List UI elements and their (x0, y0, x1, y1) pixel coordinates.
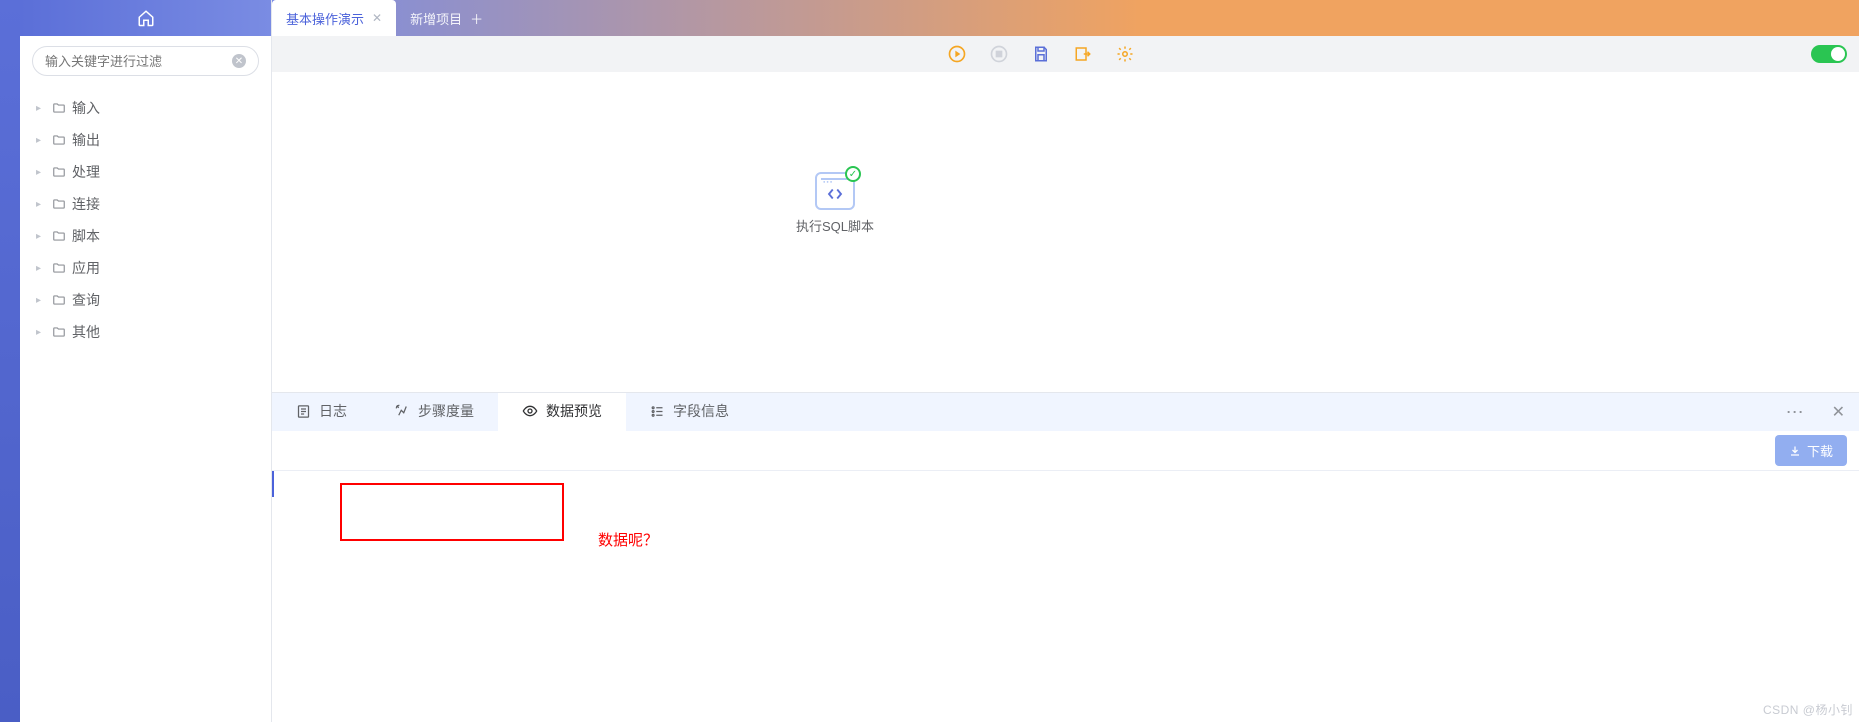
tree-item[interactable]: ▸ 其他 (20, 316, 271, 348)
download-button[interactable]: 下载 (1775, 435, 1847, 466)
export-icon[interactable] (1073, 44, 1093, 64)
toggle-switch[interactable] (1811, 45, 1847, 63)
annotation-box (340, 483, 564, 541)
chevron-right-icon: ▸ (36, 135, 46, 146)
bottom-tab[interactable]: 步骤度量 (371, 393, 498, 431)
chevron-right-icon: ▸ (36, 199, 46, 210)
bottom-content: 数据呢？ (272, 471, 1859, 722)
folder-icon (52, 325, 66, 339)
folder-icon (52, 165, 66, 179)
tree-label: 脚本 (72, 226, 100, 246)
tree-item[interactable]: ▸ 查询 (20, 284, 271, 316)
close-icon[interactable]: ✕ (372, 11, 382, 25)
chevron-right-icon: ▸ (36, 263, 46, 274)
sidebar-header (20, 0, 271, 36)
bottom-panel: 日志 步骤度量 数据预览 字段信息 ⋯✕ 下载 数据呢？ (272, 392, 1859, 722)
tree-item[interactable]: ▸ 处理 (20, 156, 271, 188)
bottom-tab-label: 字段信息 (673, 401, 729, 421)
bottom-tab-label: 数据预览 (546, 401, 602, 421)
fields-icon (650, 404, 665, 419)
search-pill: ✕ (32, 46, 259, 76)
bottom-tab[interactable]: 日志 (272, 393, 371, 431)
plus-icon: ＋ (470, 9, 483, 28)
home-icon[interactable] (137, 9, 155, 27)
stop-icon[interactable] (989, 44, 1009, 64)
search-input[interactable] (45, 54, 224, 69)
save-icon[interactable] (1031, 44, 1051, 64)
tree-label: 输入 (72, 98, 100, 118)
watermark: CSDN @杨小钊 (1763, 701, 1853, 718)
tree-item[interactable]: ▸ 连接 (20, 188, 271, 220)
tree-item[interactable]: ▸ 输出 (20, 124, 271, 156)
chevron-right-icon: ▸ (36, 295, 46, 306)
gear-icon[interactable] (1115, 44, 1135, 64)
annotation-text: 数据呢？ (598, 529, 658, 550)
tab-label: 新增项目 (410, 9, 462, 28)
folder-icon (52, 261, 66, 275)
toolbar (272, 36, 1859, 72)
sidebar: ✕ ▸ 输入 ▸ 输出 ▸ 处理 ▸ 连接 ▸ 脚本 ▸ 应用 ▸ 查询 ▸ 其他 (20, 0, 272, 722)
canvas[interactable]: ●●● ✓ 执行SQL脚本 (272, 72, 1859, 392)
main: 基本操作演示 ✕ 新增项目 ＋ (272, 0, 1859, 722)
node-label: 执行SQL脚本 (796, 216, 874, 235)
log-icon (296, 404, 311, 419)
tree-label: 输出 (72, 130, 100, 150)
folder-icon (52, 229, 66, 243)
project-tab[interactable]: 基本操作演示 ✕ (272, 0, 396, 36)
tree-item[interactable]: ▸ 输入 (20, 92, 271, 124)
tree-item[interactable]: ▸ 应用 (20, 252, 271, 284)
tree-label: 应用 (72, 258, 100, 278)
tree-label: 查询 (72, 290, 100, 310)
download-label: 下载 (1807, 441, 1833, 460)
bottom-tabs: 日志 步骤度量 数据预览 字段信息 ⋯✕ (272, 393, 1859, 431)
clear-icon[interactable]: ✕ (232, 54, 246, 68)
folder-icon (52, 197, 66, 211)
canvas-node[interactable]: ●●● ✓ 执行SQL脚本 (790, 172, 880, 235)
chevron-right-icon: ▸ (36, 103, 46, 114)
bottom-tab-label: 日志 (319, 401, 347, 421)
bottom-toolbar: 下载 (272, 431, 1859, 471)
download-icon (1789, 445, 1801, 457)
add-tab-button[interactable]: 新增项目 ＋ (396, 0, 497, 36)
bottom-tab[interactable]: 字段信息 (626, 393, 753, 431)
check-circle-icon: ✓ (845, 166, 861, 182)
close-panel-icon[interactable]: ✕ (1818, 393, 1859, 431)
metrics-icon (395, 404, 410, 419)
cursor-accent (272, 471, 274, 497)
folder-icon (52, 133, 66, 147)
tree-label: 处理 (72, 162, 100, 182)
play-icon[interactable] (947, 44, 967, 64)
sidebar-tree: ▸ 输入 ▸ 输出 ▸ 处理 ▸ 连接 ▸ 脚本 ▸ 应用 ▸ 查询 ▸ 其他 (20, 86, 271, 354)
folder-icon (52, 101, 66, 115)
top-tabs: 基本操作演示 ✕ 新增项目 ＋ (272, 0, 1859, 36)
tree-item[interactable]: ▸ 脚本 (20, 220, 271, 252)
chevron-right-icon: ▸ (36, 327, 46, 338)
chevron-right-icon: ▸ (36, 231, 46, 242)
bottom-tab[interactable]: 数据预览 (498, 393, 626, 431)
left-nav-rail (0, 0, 20, 722)
search-container: ✕ (20, 36, 271, 86)
tree-label: 其他 (72, 322, 100, 342)
toolbar-center (284, 44, 1797, 64)
tree-label: 连接 (72, 194, 100, 214)
chevron-right-icon: ▸ (36, 167, 46, 178)
folder-icon (52, 293, 66, 307)
more-icon[interactable]: ⋯ (1772, 393, 1818, 431)
bottom-tab-label: 步骤度量 (418, 401, 474, 421)
sql-script-icon: ●●● ✓ (815, 172, 855, 210)
tab-label: 基本操作演示 (286, 9, 364, 28)
preview-icon (522, 403, 538, 419)
